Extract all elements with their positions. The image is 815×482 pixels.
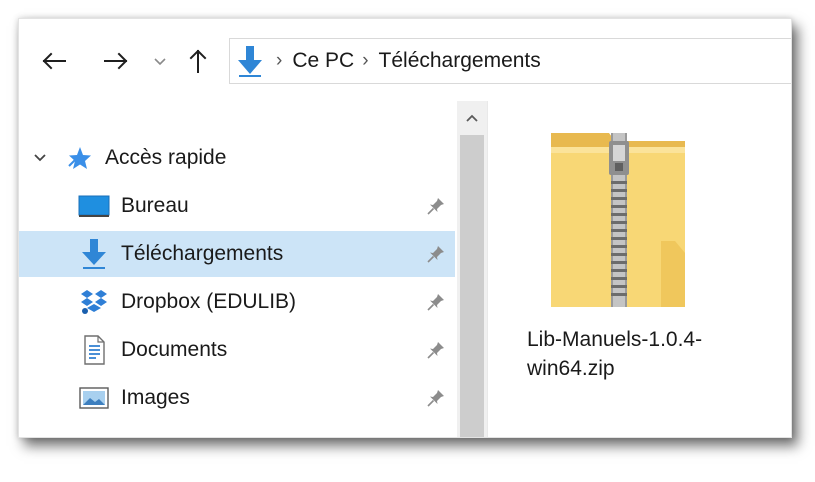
pin-icon[interactable] (425, 387, 447, 409)
dropbox-icon (77, 285, 111, 319)
forward-button[interactable] (99, 41, 133, 81)
navigation-pane-scrollbar[interactable] (457, 101, 487, 437)
tree-item-bureau[interactable]: Bureau (19, 183, 455, 229)
downloads-icon (77, 237, 111, 271)
up-button[interactable] (183, 41, 213, 81)
pin-icon[interactable] (425, 291, 447, 313)
arrow-right-icon (104, 52, 128, 70)
tree-item-quick-access[interactable]: Accès rapide (19, 135, 455, 181)
tree-item-label: Téléchargements (121, 242, 284, 265)
file-name-label: Lib-Manuels-1.0.4-win64.zip (527, 328, 703, 380)
tree-item-label: Images (121, 386, 190, 409)
back-button[interactable] (37, 41, 71, 81)
breadcrumb-ce-pc[interactable]: Ce PC (292, 39, 354, 83)
download-arrow-icon (232, 43, 268, 79)
scroll-up-button[interactable] (457, 105, 487, 131)
file-explorer-window: › Ce PC › Téléchargements Accès rapide B… (18, 18, 792, 438)
tree-item-documents[interactable]: Documents (19, 327, 455, 373)
chevron-down-icon[interactable] (31, 149, 49, 167)
star-icon (63, 141, 97, 175)
arrow-up-icon (189, 49, 207, 73)
desktop-icon (77, 189, 111, 223)
breadcrumb-separator: › (362, 50, 369, 71)
navigation-bar: › Ce PC › Téléchargements (19, 19, 791, 101)
arrow-left-icon (42, 52, 66, 70)
recent-locations-button[interactable] (149, 41, 171, 81)
zip-folder-icon (543, 111, 693, 311)
tree-item-dropbox[interactable]: Dropbox (EDULIB) (19, 279, 455, 325)
tree-item-telechargements[interactable]: Téléchargements (19, 231, 455, 277)
images-icon (77, 381, 111, 415)
file-list-area: Lib-Manuels-1.0.4-win64.zip (489, 101, 791, 437)
chevron-up-icon (466, 114, 478, 122)
chevron-down-icon (154, 58, 166, 66)
breadcrumb-telechargements[interactable]: Téléchargements (379, 39, 541, 83)
tree-item-label: Dropbox (EDULIB) (121, 290, 297, 313)
tree-item-label: Bureau (121, 194, 189, 217)
pin-icon[interactable] (425, 243, 447, 265)
screenshot-stage: › Ce PC › Téléchargements Accès rapide B… (0, 0, 815, 482)
navigation-pane: Accès rapide Bureau Téléchargements Drop… (19, 101, 457, 437)
tree-item-label: Accès rapide (105, 146, 227, 169)
tree-item-images[interactable]: Images (19, 375, 455, 421)
documents-icon (77, 333, 111, 367)
breadcrumb-separator: › (276, 50, 283, 71)
tree-item-label: Documents (121, 338, 228, 361)
scrollbar-thumb[interactable] (460, 135, 484, 437)
file-item[interactable]: Lib-Manuels-1.0.4-win64.zip (519, 111, 709, 381)
address-bar[interactable]: › Ce PC › Téléchargements (229, 38, 791, 84)
pin-icon[interactable] (425, 339, 447, 361)
pin-icon[interactable] (425, 195, 447, 217)
pane-divider[interactable] (487, 101, 488, 437)
